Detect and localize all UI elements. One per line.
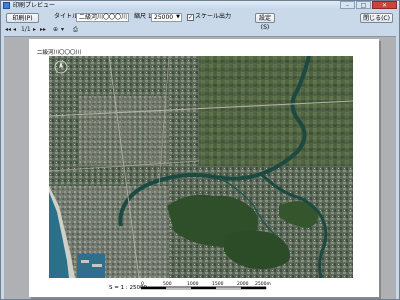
map-title: 二級河川〇〇〇川 [37,50,82,56]
minimize-button[interactable]: – [340,1,355,9]
close-button[interactable]: 閉じる(C) [360,13,393,23]
prev-page-icon[interactable]: ◂ [13,25,16,35]
scale-tick: 1500 [212,281,224,287]
scale-output-checkbox[interactable]: ✓ [187,14,194,21]
title-input[interactable]: 二級河川〇〇〇川 [76,13,129,22]
scale-tick: 0 [141,281,144,287]
last-page-icon[interactable]: ▸▸ [40,25,46,35]
scale-tick: 2500m [255,281,271,287]
toolbar: 印刷(P) タイトル 二級河川〇〇〇川 縮尺 1: 25000 ▼ ✓ スケール… [1,11,399,31]
aerial-map [49,56,353,278]
print-button[interactable]: 印刷(P) [6,13,39,23]
preview-area[interactable]: 二級河川〇〇〇川 S = 1: 25000 0 500 1000 1500 2… [4,36,396,299]
print-preview-window: 印刷プレビュー – □ ✕ 印刷(P) タイトル 二級河川〇〇〇川 縮尺 1: … [0,0,400,300]
first-page-icon[interactable]: ◂◂ [5,25,11,35]
next-page-icon[interactable]: ▸ [33,25,36,35]
scale-output-label: スケール出力 [195,13,232,20]
scale-tick: 500 [163,281,172,287]
close-window-button[interactable]: ✕ [372,1,397,9]
zoom-icon[interactable]: ⊕ [53,25,58,35]
scale-value: 25000 [154,14,174,21]
scale-tick: 2000 [237,281,249,287]
title-label: タイトル [54,13,79,20]
settings-button[interactable]: 設定(S) [255,13,275,31]
chevron-down-icon: ▼ [176,14,180,20]
maximize-button[interactable]: □ [356,1,371,9]
preview-page: 二級河川〇〇〇川 S = 1: 25000 0 500 1000 1500 2… [29,39,379,297]
print-icon[interactable]: ⎙ [73,25,78,35]
scale-combobox[interactable]: 25000 ▼ [151,13,182,22]
app-icon [3,2,10,9]
scale-tick: 1000 [187,281,199,287]
zoom-dropdown-icon[interactable]: ▾ [61,25,64,35]
title-bar[interactable]: 印刷プレビュー – □ ✕ [1,1,399,10]
scale-bar: 0 500 1000 1500 2000 2500m [141,281,271,290]
page-nav: ◂◂ ◂ 1/1 ▸ ▸▸ ⊕ ▾ ⎙ [1,25,399,35]
page-indicator: 1/1 [21,26,31,33]
window-title: 印刷プレビュー [13,2,56,9]
